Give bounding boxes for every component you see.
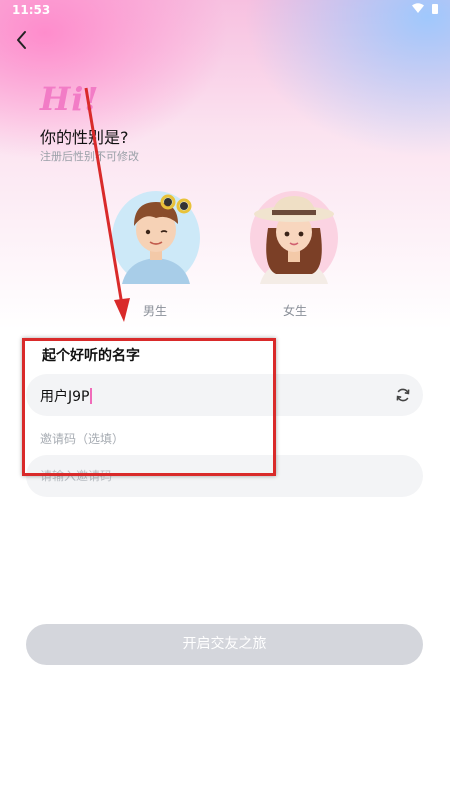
gender-note: 注册后性别不可修改 [40,150,139,163]
wifi-icon [412,3,424,13]
female-label[interactable]: 女生 [283,302,307,319]
battery-icon [432,4,438,14]
refresh-icon[interactable] [395,387,411,403]
start-button[interactable]: 开启交友之旅 [26,624,423,665]
male-label[interactable]: 男生 [143,302,167,319]
male-avatar[interactable] [108,188,200,284]
status-time: 11:53 [12,3,51,17]
female-avatar[interactable] [248,188,340,284]
header-gradient-background [0,0,450,330]
greeting-text: Hi! [40,80,100,118]
gender-question: 你的性别是? [40,128,129,147]
annotation-highlight-box [22,338,276,476]
chevron-left-icon[interactable] [10,28,34,52]
status-bar: 11:53 [0,0,450,22]
